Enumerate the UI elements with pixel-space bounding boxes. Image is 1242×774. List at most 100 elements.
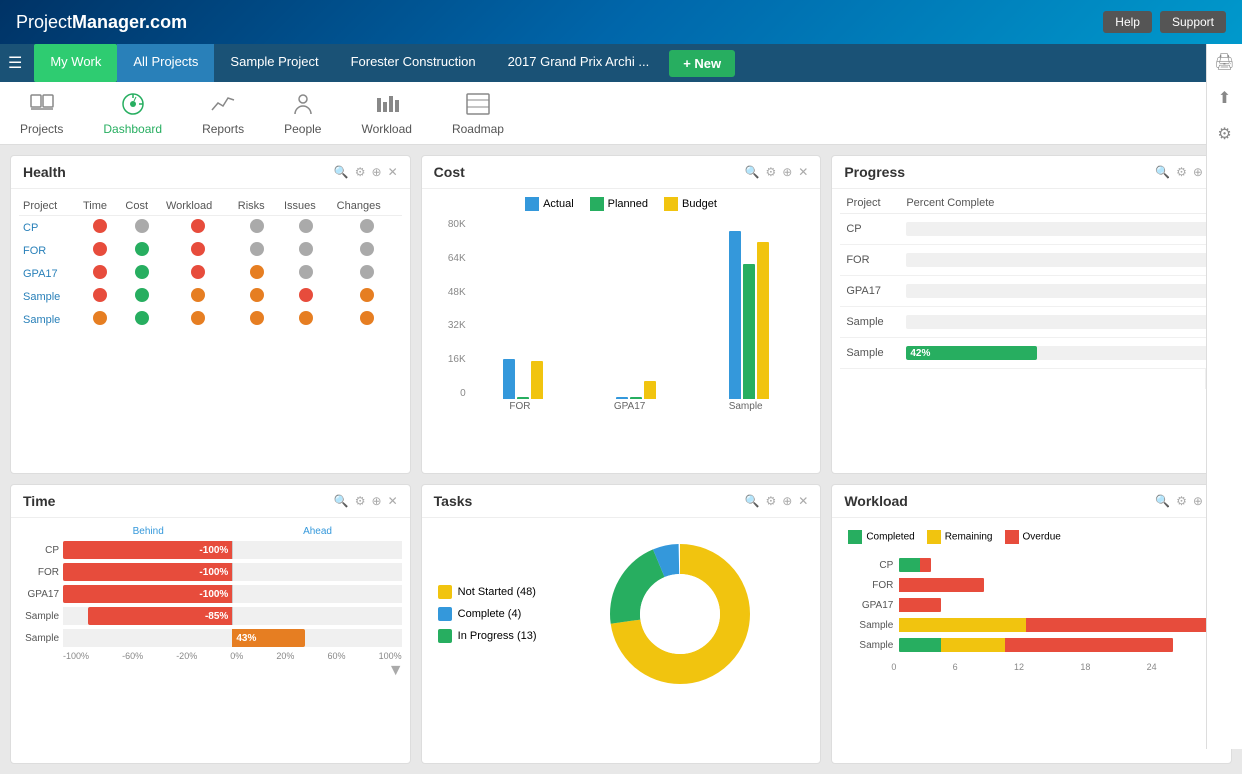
status-dot-workload: [191, 265, 205, 279]
legend-complete: Complete (4): [438, 607, 537, 621]
status-dot-issues: [299, 219, 313, 233]
time-behind-label: Behind: [133, 526, 164, 537]
wb-remaining: [899, 618, 1025, 632]
help-button[interactable]: Help: [1103, 11, 1152, 33]
time-scroll-down[interactable]: ▼: [390, 665, 402, 677]
time-label: GPA17: [19, 589, 59, 600]
cost-controls: 🔍 ⚙ ⊕ ✕: [744, 165, 808, 179]
health-settings-icon[interactable]: ⚙: [355, 165, 366, 179]
nav-projects[interactable]: Projects: [20, 90, 63, 136]
progress-project-label: CP: [846, 223, 906, 235]
time-panel-header: Time 🔍 ⚙ ⊕ ✕: [11, 485, 410, 518]
time-label: FOR: [19, 567, 59, 578]
tasks-search-icon[interactable]: 🔍: [744, 494, 759, 508]
time-row: CP -100%: [19, 541, 402, 559]
time-search-icon[interactable]: 🔍: [334, 494, 349, 508]
health-close-icon[interactable]: ✕: [388, 165, 398, 179]
time-label: Sample: [19, 633, 59, 644]
cost-search-icon[interactable]: 🔍: [744, 165, 759, 179]
health-expand-icon[interactable]: ⊕: [372, 165, 382, 179]
support-button[interactable]: Support: [1160, 11, 1226, 33]
health-title: Health: [23, 164, 66, 180]
nav-people[interactable]: People: [284, 90, 321, 136]
bar-group-gpa17: [581, 381, 692, 399]
icon-nav: Projects Dashboard Reports People Wo: [0, 82, 1242, 145]
tasks-settings-icon[interactable]: ⚙: [765, 494, 776, 508]
bar-sample-actual: [729, 231, 741, 399]
cost-legend: Actual Planned Budget: [430, 197, 813, 211]
progress-bar: [906, 315, 1217, 329]
nav-all-projects[interactable]: All Projects: [117, 44, 214, 82]
nav-forester[interactable]: Forester Construction: [335, 44, 492, 82]
workload-settings-icon[interactable]: ⚙: [1176, 494, 1187, 508]
workload-project-label: FOR: [848, 580, 893, 591]
time-settings-icon[interactable]: ⚙: [355, 494, 366, 508]
nav-grand-prix[interactable]: 2017 Grand Prix Archi ...: [492, 44, 666, 82]
status-dot-risks: [250, 242, 264, 256]
health-panel: Health 🔍 ⚙ ⊕ ✕ Project Time Cost Workloa…: [10, 155, 411, 474]
status-dot-cost: [135, 219, 149, 233]
project-link[interactable]: CP: [23, 222, 38, 234]
project-link[interactable]: Sample: [23, 291, 60, 303]
time-center-line: [232, 585, 233, 603]
workload-title: Workload: [844, 493, 908, 509]
nav-dashboard[interactable]: Dashboard: [103, 90, 162, 136]
col-issues: Issues: [280, 197, 333, 216]
time-bar: 43%: [63, 629, 402, 647]
legend-in-progress: In Progress (13): [438, 629, 537, 643]
time-bar: -100%: [63, 563, 402, 581]
progress-expand-icon[interactable]: ⊕: [1193, 165, 1203, 179]
bar-gpa17-planned: [630, 397, 642, 399]
nav-new-button[interactable]: + New: [669, 50, 735, 77]
status-dot-risks: [250, 219, 264, 233]
donut-svg: [600, 534, 760, 694]
nav-my-work[interactable]: My Work: [34, 44, 117, 82]
nav-reports[interactable]: Reports: [202, 90, 244, 136]
project-link[interactable]: Sample: [23, 314, 60, 326]
status-dot-cost: [135, 242, 149, 256]
tasks-close-icon[interactable]: ✕: [798, 494, 808, 508]
time-close-icon[interactable]: ✕: [388, 494, 398, 508]
nav-workload[interactable]: Workload: [361, 90, 411, 136]
bar-gpa17-budget: [644, 381, 656, 399]
hamburger-icon[interactable]: ☰: [8, 53, 22, 73]
health-table-row: Sample: [19, 285, 402, 308]
cost-planned-legend: Planned: [590, 197, 648, 211]
status-dot-changes: [360, 219, 374, 233]
reports-icon: [209, 90, 237, 118]
tasks-content: Not Started (48) Complete (4) In Progres…: [430, 526, 813, 702]
time-expand-icon[interactable]: ⊕: [372, 494, 382, 508]
cost-expand-icon[interactable]: ⊕: [782, 165, 792, 179]
time-center-line: [232, 563, 233, 581]
progress-project-label: Sample: [846, 347, 906, 359]
project-link[interactable]: FOR: [23, 245, 46, 257]
wl-overdue-legend: Overdue: [1005, 530, 1061, 544]
nav-reports-label: Reports: [202, 122, 244, 136]
nav-roadmap[interactable]: Roadmap: [452, 90, 504, 136]
print-icon[interactable]: 🖨: [1214, 52, 1234, 72]
tasks-expand-icon[interactable]: ⊕: [782, 494, 792, 508]
wb-completed: [899, 558, 920, 572]
workload-panel-header: Workload 🔍 ⚙ ⊕ ✕: [832, 485, 1231, 518]
time-controls: 🔍 ⚙ ⊕ ✕: [334, 494, 398, 508]
progress-panel-header: Progress 🔍 ⚙ ⊕ ✕: [832, 156, 1231, 189]
nav-sample-project[interactable]: Sample Project: [214, 44, 334, 82]
health-search-icon[interactable]: 🔍: [334, 165, 349, 179]
progress-search-icon[interactable]: 🔍: [1155, 165, 1170, 179]
time-row: FOR -100%: [19, 563, 402, 581]
health-table: Project Time Cost Workload Risks Issues …: [19, 197, 402, 331]
progress-project-label: GPA17: [846, 285, 906, 297]
progress-project-label: Sample: [846, 316, 906, 328]
project-link[interactable]: GPA17: [23, 268, 58, 280]
progress-settings-icon[interactable]: ⚙: [1176, 165, 1187, 179]
in-progress-label: In Progress (13): [458, 630, 537, 642]
workload-expand-icon[interactable]: ⊕: [1193, 494, 1203, 508]
logo-manager: Manager.com: [72, 12, 187, 32]
share-icon[interactable]: ⬆: [1218, 88, 1231, 108]
status-dot-cost: [135, 265, 149, 279]
workload-search-icon[interactable]: 🔍: [1155, 494, 1170, 508]
cost-close-icon[interactable]: ✕: [798, 165, 808, 179]
sidebar-settings-icon[interactable]: ⚙: [1217, 124, 1231, 144]
status-dot-changes: [360, 311, 374, 325]
cost-settings-icon[interactable]: ⚙: [765, 165, 776, 179]
